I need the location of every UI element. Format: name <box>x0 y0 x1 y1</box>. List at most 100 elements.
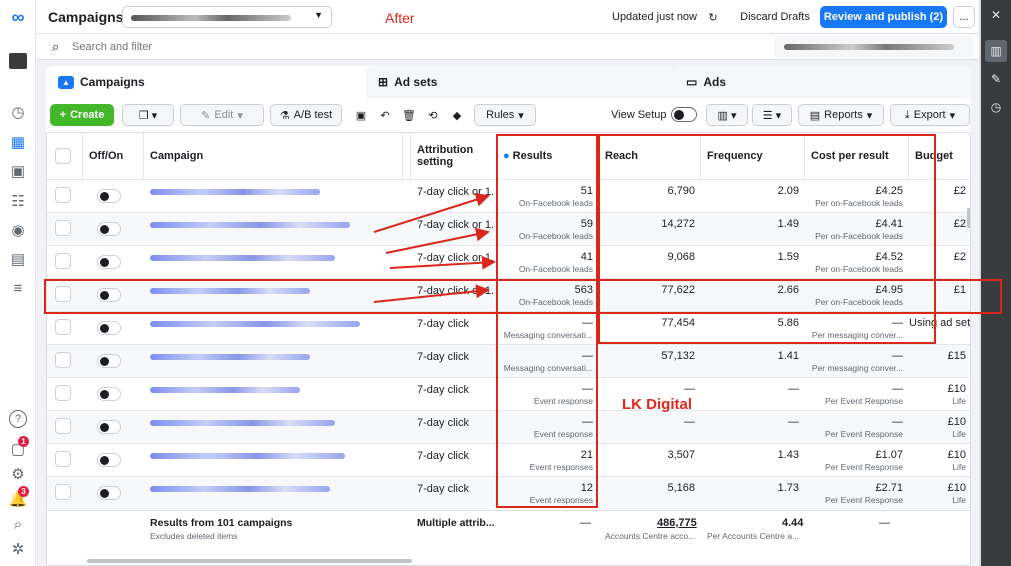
header-onoff[interactable]: Off/On <box>83 133 144 179</box>
row-checkbox[interactable] <box>55 451 71 467</box>
undo-button[interactable]: ↶ <box>374 104 396 126</box>
duplicate-button[interactable]: ❐ ▾ <box>122 104 174 126</box>
campaign-name-blurred[interactable] <box>150 321 360 327</box>
row-checkbox[interactable] <box>55 220 71 236</box>
row-checkbox[interactable] <box>55 286 71 302</box>
campaign-name-blurred[interactable] <box>150 189 320 195</box>
header-results[interactable]: ● Results <box>497 133 599 179</box>
row-checkbox[interactable] <box>55 319 71 335</box>
refresh-button[interactable]: ↻ <box>700 6 726 28</box>
table-row[interactable]: 7-day click or 1... 41 On-Facebook leads 9,… <box>47 245 970 278</box>
row-toggle[interactable] <box>97 255 121 269</box>
row-checkbox[interactable] <box>55 418 71 434</box>
tab-ads[interactable]: ▭ Ads <box>674 66 971 98</box>
help-icon[interactable]: ? <box>9 410 27 428</box>
row-toggle[interactable] <box>97 387 121 401</box>
tag-button[interactable]: ◆ <box>446 104 468 126</box>
reach-value: 5,168 <box>667 482 695 494</box>
row-checkbox[interactable] <box>55 253 71 269</box>
audience-icon[interactable]: ☷ <box>7 190 29 212</box>
table-row[interactable]: 7-day click 12 Event responses 5,168 1.73 £2.… <box>47 476 970 509</box>
horizontal-scrollbar[interactable] <box>87 559 412 563</box>
table-row[interactable]: 7-day click or 1... 59 On-Facebook leads 14… <box>47 212 970 245</box>
campaign-name-blurred[interactable] <box>150 453 345 459</box>
table-row[interactable]: 7-day click — Event response — — — Per Event R… <box>47 377 970 410</box>
row-toggle[interactable] <box>97 354 121 368</box>
select-all-checkbox[interactable] <box>55 148 71 164</box>
campaign-name-blurred[interactable] <box>150 486 330 492</box>
row-toggle[interactable] <box>97 420 121 434</box>
status-text: Updated just now <box>612 11 697 23</box>
left-nav: ∞ ◷ ▦ ▣ ☷ ◉ ▤ ≡ ? ▢ 1 ⚙ 🔔 3 ⌕ ✲ <box>0 0 36 566</box>
table-row[interactable]: 7-day click 21 Event responses 3,507 1.43 £1.… <box>47 443 970 476</box>
create-button[interactable]: + Create <box>50 104 114 126</box>
search-input[interactable] <box>72 38 472 56</box>
alerts-icon[interactable]: 🔔 3 <box>7 486 29 510</box>
header-frequency[interactable]: Frequency <box>701 133 805 179</box>
reports-button[interactable]: ▤ Reports ▾ <box>798 104 884 126</box>
search-icon[interactable]: ⌕ <box>7 513 29 535</box>
notifications-icon[interactable]: ▢ 1 <box>7 436 29 460</box>
billing-icon[interactable]: ▤ <box>7 248 29 270</box>
discard-drafts-button[interactable]: Discard Drafts <box>731 6 819 28</box>
header-budget[interactable]: Budget <box>909 133 970 179</box>
more-button[interactable]: ... <box>953 6 975 28</box>
row-toggle[interactable] <box>97 486 121 500</box>
campaign-name-blurred[interactable] <box>150 288 310 294</box>
menu-icon[interactable]: ≡ <box>7 277 29 299</box>
table-row[interactable]: 7-day click — Messaging conversati... 57,13… <box>47 344 970 377</box>
row-checkbox[interactable] <box>55 187 71 203</box>
clipboard-button[interactable]: ▣ <box>350 104 372 126</box>
row-toggle[interactable] <box>97 222 121 236</box>
campaigns-icon[interactable]: ▦ <box>7 131 29 153</box>
row-toggle[interactable] <box>97 288 121 302</box>
export-button[interactable]: ⤓ Export ▾ <box>890 104 970 126</box>
review-publish-button[interactable]: Review and publish (2) <box>820 6 947 28</box>
campaign-name-blurred[interactable] <box>150 354 310 360</box>
close-icon[interactable]: ✕ <box>988 8 1004 24</box>
header-campaign[interactable]: Campaign <box>144 133 403 179</box>
meta-logo-icon[interactable]: ∞ <box>7 6 29 28</box>
tab-adsets[interactable]: ⊞ Ad sets <box>366 66 674 98</box>
campaign-name-blurred[interactable] <box>150 255 335 261</box>
header-cpr[interactable]: Cost per result <box>805 133 909 179</box>
breakdown-button[interactable]: ☰ ▾ <box>752 104 792 126</box>
date-range-selector[interactable] <box>774 36 974 58</box>
table-row[interactable]: 7-day click — Event response — — — Per Event R… <box>47 410 970 443</box>
header-attribution[interactable]: Attribution setting <box>411 133 497 179</box>
events-icon[interactable]: ◉ <box>7 219 29 241</box>
budget-sub: Life <box>952 429 966 439</box>
row-toggle[interactable] <box>97 189 121 203</box>
edit-button[interactable]: ✎ Edit ▾ <box>180 104 264 126</box>
vertical-scrollbar[interactable] <box>967 208 970 228</box>
row-checkbox[interactable] <box>55 385 71 401</box>
campaign-name-blurred[interactable] <box>150 420 335 426</box>
settings-icon[interactable]: ⚙ <box>7 463 29 485</box>
account-selector[interactable]: ▼ <box>122 6 332 28</box>
pages-icon[interactable]: ▣ <box>7 160 29 182</box>
ab-test-button[interactable]: ⚗ A/B test <box>270 104 342 126</box>
tab-campaigns[interactable]: ▲ Campaigns <box>46 66 376 98</box>
bug-icon[interactable]: ✲ <box>7 538 29 560</box>
row-toggle[interactable] <box>97 321 121 335</box>
results-sub: On-Facebook leads <box>518 297 593 307</box>
table-row[interactable]: 7-day click — Messaging conversati... 77,45… <box>47 311 970 344</box>
campaign-name-blurred[interactable] <box>150 222 350 228</box>
chart-icon[interactable]: ▥ <box>985 40 1007 62</box>
columns-button[interactable]: ▥ ▾ <box>706 104 748 126</box>
header-reach[interactable]: Reach <box>599 133 701 179</box>
row-toggle[interactable] <box>97 453 121 467</box>
table-row[interactable]: 7-day click or 1... 563 On-Facebook leads 7… <box>47 278 970 311</box>
view-setup-toggle[interactable] <box>671 107 697 122</box>
row-checkbox[interactable] <box>55 484 71 500</box>
delete-button[interactable]: 🗑 <box>398 104 420 126</box>
campaign-name-blurred[interactable] <box>150 387 300 393</box>
rules-button[interactable]: Rules ▾ <box>474 104 536 126</box>
preview-button[interactable]: ⟲ <box>422 104 444 126</box>
pencil-icon[interactable]: ✎ <box>988 72 1004 88</box>
dashboard-icon[interactable]: ◷ <box>7 101 29 123</box>
account-avatar[interactable] <box>7 50 29 72</box>
row-checkbox[interactable] <box>55 352 71 368</box>
table-row[interactable]: 7-day click or 1... 51 On-Facebook leads 6,… <box>47 179 970 212</box>
clock-icon[interactable]: ◷ <box>988 100 1004 116</box>
